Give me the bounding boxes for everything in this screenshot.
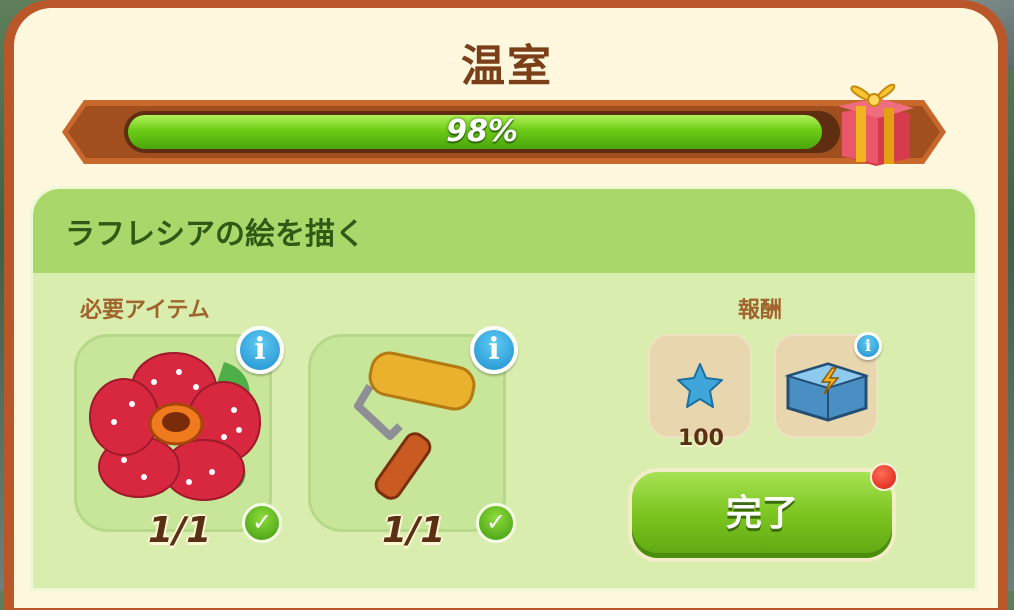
info-button-flower[interactable]: i (236, 326, 284, 374)
complete-button-label: 完了 (632, 472, 892, 558)
energy-chest-icon (784, 362, 870, 422)
item-count-roller: 1/1 (382, 510, 446, 551)
item-count-flower: 1/1 (148, 510, 212, 551)
required-items-label: 必要アイテム (80, 298, 210, 323)
paint-roller-icon (354, 351, 476, 500)
blue-star-icon (677, 363, 723, 408)
progress-percent: 98% (446, 114, 518, 149)
flower-icon (89, 352, 261, 501)
notification-dot (870, 463, 898, 491)
gift-box-icon[interactable] (832, 72, 916, 168)
info-button-chest[interactable]: i (854, 332, 882, 360)
task-header: ラフレシアの絵を描く (33, 189, 975, 273)
info-button-roller[interactable]: i (470, 326, 518, 374)
checkmark-icon: ✓ (476, 503, 516, 543)
checkmark-icon: ✓ (242, 503, 282, 543)
task-title: ラフレシアの絵を描く (65, 217, 365, 252)
rewards-label: 報酬 (738, 298, 783, 323)
complete-button[interactable]: 完了 (628, 468, 896, 562)
progress-bar: 98% (124, 111, 840, 153)
reward-star-amount: 100 (678, 426, 724, 451)
